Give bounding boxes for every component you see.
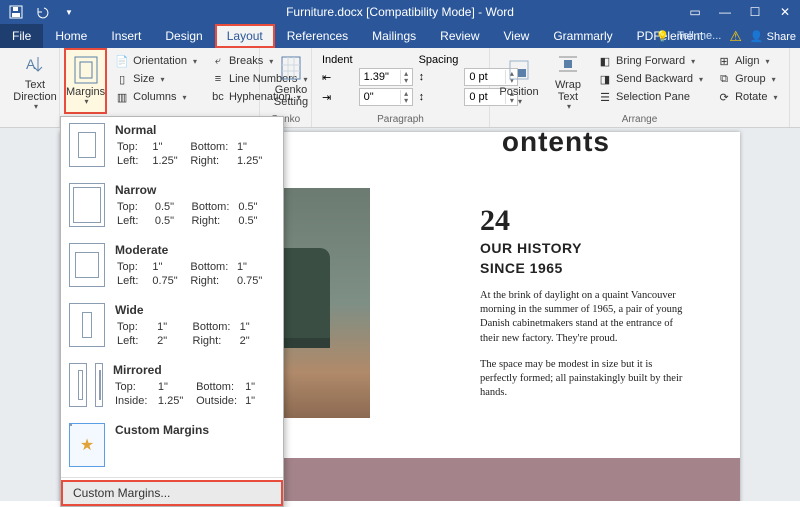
rotate-button[interactable]: ⟳Rotate▾ (713, 88, 781, 106)
share-icon: 👤 (750, 31, 764, 43)
tab-home[interactable]: Home (43, 24, 99, 48)
align-icon: ⊞ (717, 54, 731, 68)
align-button[interactable]: ⊞Align▾ (713, 52, 781, 70)
selection-pane-icon: ☰ (598, 90, 612, 104)
indent-left-icon: ⇤ (322, 72, 331, 84)
preset-thumb-icon (69, 303, 105, 347)
breaks-icon: ⤶ (211, 54, 225, 68)
tab-design[interactable]: Design (153, 24, 214, 48)
preset-thumb-icon (95, 363, 103, 407)
tab-layout[interactable]: Layout (215, 24, 275, 48)
rotate-icon: ⟳ (717, 90, 731, 104)
indent-label: Indent (320, 54, 355, 66)
tab-references[interactable]: References (275, 24, 360, 48)
genko-setting-button[interactable]: Genko Setting (266, 50, 316, 112)
dropdown-separator (61, 477, 283, 478)
tab-file[interactable]: File (0, 24, 43, 48)
selection-pane-button[interactable]: ☰Selection Pane (594, 88, 707, 106)
bring-forward-button[interactable]: ◧Bring Forward▾ (594, 52, 707, 70)
margins-preset-mirrored[interactable]: MirroredTop:1"Bottom:1"Inside:1.25"Outsi… (61, 357, 283, 417)
group-label-paragraph: Paragraph (312, 114, 489, 125)
paragraph-1: At the brink of daylight on a quaint Van… (480, 289, 690, 346)
maximize-button[interactable]: ☐ (740, 0, 770, 24)
orientation-button[interactable]: 📄Orientation▾ (111, 52, 201, 70)
group-button[interactable]: ⧉Group▾ (713, 70, 781, 88)
close-button[interactable]: ✕ (770, 0, 800, 24)
bring-forward-icon: ◧ (598, 54, 612, 68)
ribbon-display-options-icon[interactable]: ▭ (680, 0, 710, 24)
subtitle-line2: SINCE 1965 (480, 260, 690, 278)
space-after-icon: ↕ (419, 91, 425, 103)
columns-icon: ▥ (115, 90, 129, 104)
wrap-text-icon (554, 50, 582, 77)
save-icon[interactable] (4, 1, 28, 23)
margins-preset-narrow[interactable]: NarrowTop:0.5"Bottom:0.5"Left:0.5"Right:… (61, 177, 283, 237)
space-before-icon: ↕ (419, 71, 425, 83)
margins-dropdown: NormalTop:1"Bottom:1"Left:1.25"Right:1.2… (60, 116, 284, 507)
margins-preset-moderate[interactable]: ModerateTop:1"Bottom:1"Left:0.75"Right:0… (61, 237, 283, 297)
genko-icon (277, 54, 305, 82)
orientation-icon: 📄 (115, 54, 129, 68)
preset-thumb-icon (69, 243, 105, 287)
tab-mailings[interactable]: Mailings (360, 24, 428, 48)
tab-insert[interactable]: Insert (99, 24, 153, 48)
qat-customize-icon[interactable]: ▼ (56, 1, 80, 23)
preset-thumb-icon (69, 183, 105, 227)
preset-thumb-icon (69, 123, 105, 167)
svg-text:A: A (26, 56, 36, 72)
minimize-button[interactable]: — (710, 0, 740, 24)
margins-preset-normal[interactable]: NormalTop:1"Bottom:1"Left:1.25"Right:1.2… (61, 117, 283, 177)
spacing-label: Spacing (417, 54, 461, 66)
size-button[interactable]: ▯Size▾ (111, 70, 201, 88)
text-direction-button[interactable]: A Text Direction▾ (10, 50, 60, 112)
position-icon (505, 56, 533, 84)
last-custom-thumb-icon (69, 423, 105, 467)
text-block: 24 OUR HISTORY SINCE 1965 At the brink o… (480, 204, 690, 400)
undo-icon[interactable] (30, 1, 54, 23)
columns-button[interactable]: ▥Columns▾ (111, 88, 201, 106)
custom-margins-button[interactable]: Custom Margins... (61, 480, 283, 506)
size-icon: ▯ (115, 72, 129, 86)
ribbon-tabstrip: File Home Insert Design Layout Reference… (0, 24, 800, 48)
hyphenation-icon: bc (211, 90, 225, 104)
line-numbers-icon: ≡ (211, 72, 225, 86)
lightbulb-icon: 💡 (656, 30, 670, 43)
tab-grammarly[interactable]: Grammarly (541, 24, 624, 48)
indent-right-icon: ⇥ (322, 92, 331, 104)
big-number: 24 (480, 204, 690, 238)
paragraph-2: The space may be modest in size but it i… (480, 358, 690, 401)
tab-review[interactable]: Review (428, 24, 491, 48)
send-backward-button[interactable]: ◨Send Backward▾ (594, 70, 707, 88)
tab-view[interactable]: View (492, 24, 542, 48)
indent-right-input[interactable]: 0"▴▾ (359, 88, 413, 106)
share-button[interactable]: 👤 Share (750, 30, 796, 43)
group-label-arrange: Arrange (490, 114, 789, 125)
margins-preset-wide[interactable]: WideTop:1"Bottom:1"Left:2"Right:2" (61, 297, 283, 357)
wrap-text-button[interactable]: Wrap Text▾ (548, 50, 588, 112)
preset-thumb-icon (69, 363, 87, 407)
margins-icon (72, 56, 100, 84)
group-icon: ⧉ (717, 72, 731, 86)
position-button[interactable]: Position▾ (496, 50, 542, 112)
titlebar: ▼ Furniture.docx [Compatibility Mode] - … (0, 0, 800, 24)
warning-icon[interactable]: ⚠ (729, 28, 742, 45)
tell-me-input[interactable]: Tell me... (677, 30, 721, 42)
margins-preset-last-custom[interactable]: Custom Margins (61, 417, 283, 475)
text-direction-icon: A (21, 50, 49, 77)
margins-button[interactable]: Margins▾ (66, 50, 105, 112)
subtitle-line1: OUR HISTORY (480, 240, 690, 258)
indent-left-input[interactable]: 1.39"▴▾ (359, 68, 413, 86)
section-heading: ontents (502, 128, 610, 158)
send-backward-icon: ◨ (598, 72, 612, 86)
